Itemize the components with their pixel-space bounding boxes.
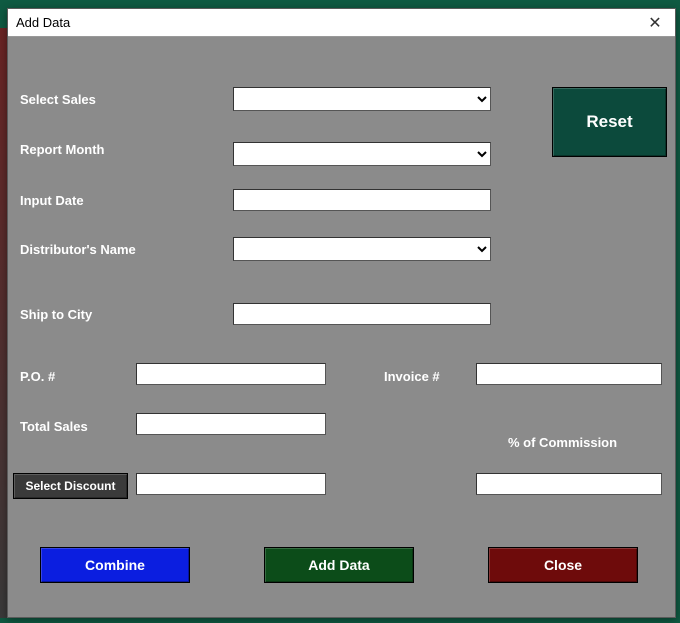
label-distributor: Distributor's Name — [20, 242, 136, 257]
label-invoice-number: Invoice # — [384, 369, 440, 384]
form-area: Select Sales Reset Report Month Input Da… — [8, 37, 675, 617]
app-left-background — [0, 28, 7, 618]
select-discount-button[interactable]: Select Discount — [13, 473, 128, 499]
total-sales-field[interactable] — [136, 413, 326, 435]
input-date-field[interactable] — [233, 189, 491, 211]
invoice-number-field[interactable] — [476, 363, 662, 385]
discount-field[interactable] — [136, 473, 326, 495]
select-sales-combo[interactable] — [233, 87, 491, 111]
label-po-number: P.O. # — [20, 369, 55, 384]
close-icon[interactable]: ✕ — [635, 9, 675, 37]
label-total-sales: Total Sales — [20, 419, 88, 434]
label-pct-commission: % of Commission — [508, 435, 617, 450]
label-select-sales: Select Sales — [20, 92, 96, 107]
add-data-button[interactable]: Add Data — [264, 547, 414, 583]
po-number-field[interactable] — [136, 363, 326, 385]
label-ship-city: Ship to City — [20, 307, 92, 322]
label-input-date: Input Date — [20, 193, 84, 208]
report-month-combo[interactable] — [233, 142, 491, 166]
reset-button[interactable]: Reset — [552, 87, 667, 157]
dialog-titlebar: Add Data ✕ — [8, 9, 675, 37]
distributor-combo[interactable] — [233, 237, 491, 261]
combine-button[interactable]: Combine — [40, 547, 190, 583]
label-report-month: Report Month — [20, 142, 104, 157]
close-button[interactable]: Close — [488, 547, 638, 583]
commission-field[interactable] — [476, 473, 662, 495]
add-data-dialog: Add Data ✕ Select Sales Reset Report Mon… — [7, 8, 676, 618]
dialog-title: Add Data — [16, 15, 70, 30]
ship-city-field[interactable] — [233, 303, 491, 325]
